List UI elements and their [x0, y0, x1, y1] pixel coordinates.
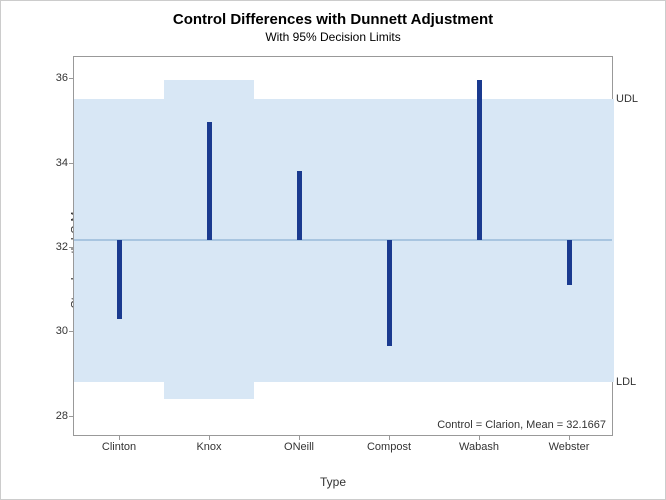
x-tick-mark	[479, 435, 480, 440]
x-tick-mark	[569, 435, 570, 440]
chart-subtitle: With 95% Decision Limits	[1, 28, 665, 44]
decision-limit-band	[164, 80, 254, 99]
bar-webster	[567, 240, 572, 285]
plot-area: 2830323436ClintonKnoxONeillCompostWabash…	[73, 56, 613, 436]
x-tick-mark	[299, 435, 300, 440]
udl-label: UDL	[612, 93, 638, 105]
x-tick-mark	[389, 435, 390, 440]
control-mean-line	[74, 239, 612, 241]
y-tick-mark	[69, 416, 74, 417]
bar-knox	[207, 122, 212, 240]
x-tick-mark	[119, 435, 120, 440]
bar-oneill	[297, 171, 302, 240]
y-tick-mark	[69, 247, 74, 248]
chart-footnote: Control = Clarion, Mean = 32.1667	[437, 419, 606, 431]
decision-limit-band	[164, 382, 254, 399]
bar-compost	[387, 240, 392, 346]
y-tick-mark	[69, 78, 74, 79]
x-axis-label: Type	[320, 475, 346, 489]
chart-container: Control Differences with Dunnett Adjustm…	[0, 0, 666, 500]
x-tick-mark	[209, 435, 210, 440]
ldl-label: LDL	[612, 376, 636, 388]
chart-title: Control Differences with Dunnett Adjustm…	[1, 1, 665, 28]
bar-clinton	[117, 240, 122, 319]
bar-wabash	[477, 80, 482, 240]
y-tick-mark	[69, 163, 74, 164]
y-tick-mark	[69, 331, 74, 332]
